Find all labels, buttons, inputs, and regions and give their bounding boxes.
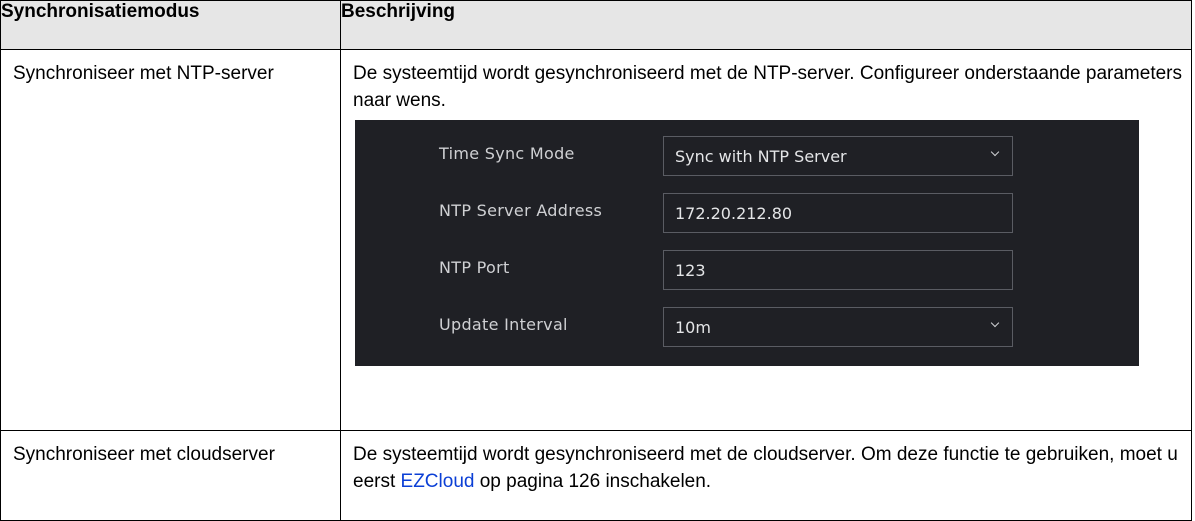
ntp-server-address-row: NTP Server Address 172.20.212.80 <box>355 193 1139 233</box>
chevron-down-icon <box>990 147 1000 157</box>
description-cell: De systeemtijd wordt gesynchroniseerd me… <box>340 49 1192 431</box>
table-row: Synchroniseer met cloudserver De systeem… <box>0 430 1192 521</box>
ntp-port-input[interactable]: 123 <box>663 250 1013 290</box>
header-description: Beschrijving <box>340 0 1192 50</box>
time-sync-mode-label: Time Sync Mode <box>439 144 575 163</box>
mode-cloud-text: Synchroniseer met cloudserver <box>13 444 275 465</box>
ntp-server-address-value: 172.20.212.80 <box>675 204 793 223</box>
time-sync-mode-value: Sync with NTP Server <box>675 147 847 166</box>
update-interval-label: Update Interval <box>439 315 568 334</box>
description-cloud-part2: op pagina 126 inschakelen. <box>474 471 712 492</box>
chevron-down-icon <box>990 318 1000 328</box>
description-cloud-text: De systeemtijd wordt gesynchroniseerd me… <box>341 431 1191 495</box>
header-sync-mode: Synchronisatiemodus <box>0 0 341 50</box>
ntp-port-row: NTP Port 123 <box>355 250 1139 290</box>
update-interval-select[interactable]: 10m <box>663 307 1013 347</box>
ntp-server-address-label: NTP Server Address <box>439 201 603 220</box>
mode-ntp-text: Synchroniseer met NTP-server <box>13 63 274 84</box>
ntp-port-value: 123 <box>675 261 706 280</box>
mode-cell: Synchroniseer met NTP-server <box>0 49 341 431</box>
time-sync-mode-row: Time Sync Mode Sync with NTP Server <box>355 136 1139 176</box>
ntp-settings-screenshot: Time Sync Mode Sync with NTP Server NTP … <box>355 120 1139 366</box>
sync-mode-table: Synchronisatiemodus Beschrijving Synchro… <box>0 0 1192 521</box>
update-interval-value: 10m <box>675 318 711 337</box>
description-cell: De systeemtijd wordt gesynchroniseerd me… <box>340 430 1192 521</box>
table-row: Synchroniseer met NTP-server De systeemt… <box>0 49 1192 431</box>
ntp-port-label: NTP Port <box>439 258 510 277</box>
description-ntp-text: De systeemtijd wordt gesynchroniseerd me… <box>353 63 1182 111</box>
time-sync-mode-select[interactable]: Sync with NTP Server <box>663 136 1013 176</box>
ntp-server-address-input[interactable]: 172.20.212.80 <box>663 193 1013 233</box>
ezcloud-link[interactable]: EZCloud <box>401 471 475 492</box>
update-interval-row: Update Interval 10m <box>355 307 1139 347</box>
mode-cell: Synchroniseer met cloudserver <box>0 430 341 521</box>
